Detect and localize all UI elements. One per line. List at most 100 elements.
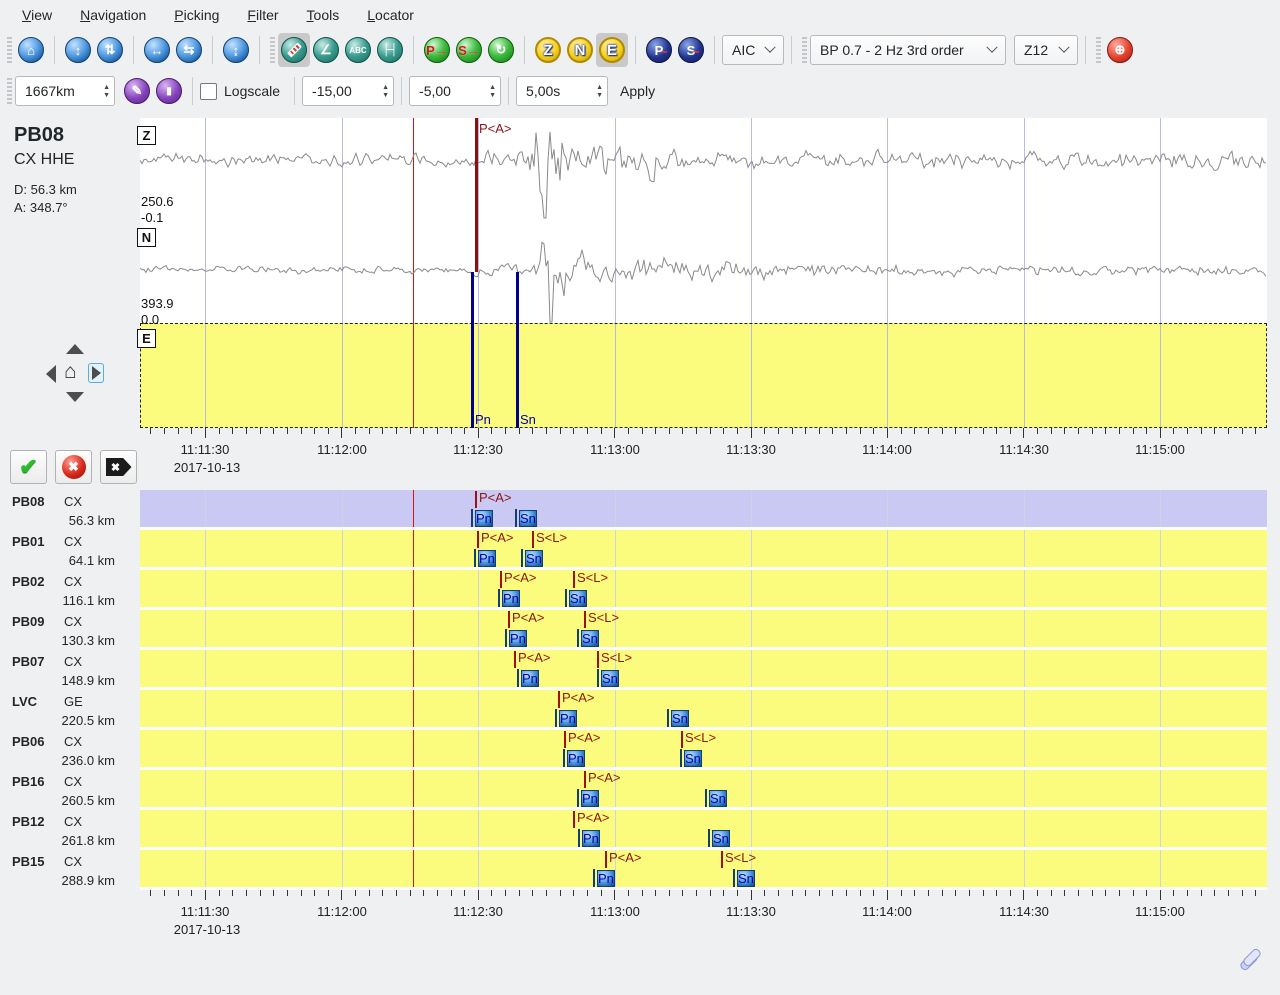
pick-marker-sn[interactable] — [680, 749, 682, 767]
pick-marker-pa[interactable] — [508, 611, 510, 628]
toolbar-handle[interactable] — [7, 37, 12, 63]
pick-marker-pn[interactable] — [517, 669, 519, 687]
locate-button[interactable]: ⊕ — [1104, 33, 1136, 67]
pick-line-sn[interactable] — [516, 272, 519, 428]
edit-picker-settings-button[interactable]: ✎ — [121, 74, 153, 108]
station-row-trace-pb12[interactable]: P<A>PnSn — [140, 810, 1267, 850]
station-row-label-pb01[interactable]: PB01CX64.1 km — [0, 530, 140, 570]
ruler-pick-tool-button[interactable] — [278, 33, 310, 67]
pick-marker-sn[interactable] — [597, 669, 599, 687]
station-row-label-pb06[interactable]: PB06CX236.0 km — [0, 730, 140, 770]
spinner-arrows[interactable]: ▲▼ — [479, 84, 496, 99]
pick-marker-pn[interactable] — [474, 549, 476, 567]
apply-button[interactable]: Apply — [620, 83, 655, 99]
pick-marker-sl[interactable] — [584, 611, 586, 628]
pick-marker-sn[interactable] — [577, 629, 579, 647]
station-row-trace-pb07[interactable]: P<A>S<L>PnSn — [140, 650, 1267, 690]
menu-item-picking[interactable]: Picking — [162, 3, 231, 27]
time-pre-spinner[interactable]: -15,00 ▲▼ — [302, 76, 394, 106]
pick-marker-sn[interactable] — [733, 869, 735, 887]
size-grip-icon[interactable] — [1237, 948, 1263, 974]
distance-range-spinner[interactable]: 1667km ▲▼ — [15, 76, 115, 106]
logscale-checkbox[interactable] — [200, 83, 217, 100]
station-row-trace-pb02[interactable]: P<A>S<L>PnSn — [140, 570, 1267, 610]
picker-config-button[interactable]: ▮ — [153, 74, 185, 108]
pick-marker-sn[interactable] — [708, 829, 710, 847]
trace-view[interactable]: P<A>PnSn Z N E 250.6 -0.1 393.9 0.0 — [140, 118, 1267, 428]
time-post-spinner[interactable]: -5,00 ▲▼ — [409, 76, 501, 106]
pick-marker-sl[interactable] — [681, 731, 683, 748]
amplitude-scale-button[interactable]: ↨ — [220, 33, 252, 67]
station-row-label-lvc[interactable]: LVCGE220.5 km — [0, 690, 140, 730]
compress-vertical-button[interactable]: ⇅ — [94, 33, 126, 67]
pick-marker-sn[interactable] — [565, 589, 567, 607]
pick-p-button[interactable]: P→ — [421, 33, 453, 67]
pick-marker-pa[interactable] — [564, 731, 566, 748]
pick-marker-pa[interactable] — [514, 651, 516, 668]
pick-marker-pa[interactable] — [605, 851, 607, 868]
pick-marker-sn[interactable] — [705, 789, 707, 807]
relocate-button[interactable]: ↻ — [485, 33, 517, 67]
pick-s-button[interactable]: S→ — [453, 33, 485, 67]
pick-marker-sn[interactable] — [521, 549, 523, 567]
expand-vertical-button[interactable]: ↕ — [62, 33, 94, 67]
spinner-arrows[interactable]: ▲▼ — [93, 84, 110, 99]
station-row-label-pb08[interactable]: PB08CX56.3 km — [0, 490, 140, 530]
pick-marker-pa[interactable] — [584, 771, 586, 788]
spinner-arrows[interactable]: ▲▼ — [372, 84, 389, 99]
reject-pick-button[interactable]: ✖ — [55, 450, 92, 484]
station-row-label-pb07[interactable]: PB07CX148.9 km — [0, 650, 140, 690]
station-row-trace-lvc[interactable]: P<A>PnSn — [140, 690, 1267, 730]
pick-line-pn[interactable] — [471, 272, 474, 428]
nav-left-button[interactable] — [46, 365, 56, 383]
pick-marker-sn[interactable] — [515, 509, 517, 527]
menu-item-filter[interactable]: Filter — [235, 3, 290, 27]
station-row-trace-pb16[interactable]: P<A>PnSn — [140, 770, 1267, 810]
compress-horizontal-button[interactable]: ⇆ — [173, 33, 205, 67]
pick-marker-pn[interactable] — [563, 749, 565, 767]
pick-marker-pa[interactable] — [475, 491, 477, 508]
confirm-pick-button[interactable]: ✔ — [10, 450, 47, 484]
pick-marker-pn[interactable] — [555, 709, 557, 727]
pick-marker-pa[interactable] — [558, 691, 560, 708]
menu-item-navigation[interactable]: Navigation — [68, 3, 158, 27]
spinner-arrows[interactable]: ▲▼ — [586, 84, 603, 99]
pick-marker-pn[interactable] — [593, 869, 595, 887]
skip-trace-button[interactable]: ✖ — [100, 450, 137, 484]
station-row-trace-pb08[interactable]: P<A>PnSn — [140, 490, 1267, 530]
toolbar-handle[interactable] — [802, 37, 807, 63]
pick-marker-sl[interactable] — [597, 651, 599, 668]
nav-home-button[interactable]: ⌂ — [64, 360, 77, 384]
station-row-label-pb15[interactable]: PB15CX288.9 km — [0, 850, 140, 890]
component-z-button[interactable]: Z — [532, 33, 564, 67]
pick-marker-pa[interactable] — [573, 811, 575, 828]
component-e-button[interactable]: E — [596, 33, 628, 67]
sort-alphabetical-button[interactable]: ABC — [342, 33, 374, 67]
filter-combo[interactable]: BP 0.7 - 2 Hz 3rd order — [810, 35, 1006, 65]
pick-marker-pn[interactable] — [578, 829, 580, 847]
toolbar-handle[interactable] — [270, 37, 275, 63]
pick-marker-sl[interactable] — [721, 851, 723, 868]
pick-marker-pa[interactable] — [477, 531, 479, 548]
pick-marker-sn[interactable] — [667, 709, 669, 727]
theoretical-s-button[interactable]: S∼ — [675, 33, 707, 67]
pick-marker-pn[interactable] — [505, 629, 507, 647]
nav-down-button[interactable] — [66, 392, 84, 402]
menu-item-locator[interactable]: Locator — [355, 3, 426, 27]
theoretical-p-button[interactable]: P∼ — [643, 33, 675, 67]
pick-marker-sl[interactable] — [573, 571, 575, 588]
menu-item-tools[interactable]: Tools — [295, 3, 352, 27]
station-row-label-pb16[interactable]: PB16CX260.5 km — [0, 770, 140, 810]
angle-tool-button[interactable]: ∠ — [310, 33, 342, 67]
toolbar-handle[interactable] — [1096, 37, 1101, 63]
station-row-trace-pb15[interactable]: P<A>S<L>PnSn — [140, 850, 1267, 890]
nav-right-button[interactable] — [88, 363, 104, 383]
toolbar-handle[interactable] — [7, 78, 12, 104]
picker-algorithm-combo[interactable]: AIC — [722, 35, 784, 65]
station-row-label-pb12[interactable]: PB12CX261.8 km — [0, 810, 140, 850]
station-row-trace-pb09[interactable]: P<A>S<L>PnSn — [140, 610, 1267, 650]
expand-horizontal-button[interactable]: ↔ — [141, 33, 173, 67]
pick-marker-pn[interactable] — [471, 509, 473, 527]
home-button[interactable]: ⌂ — [15, 33, 47, 67]
station-row-label-pb09[interactable]: PB09CX130.3 km — [0, 610, 140, 650]
